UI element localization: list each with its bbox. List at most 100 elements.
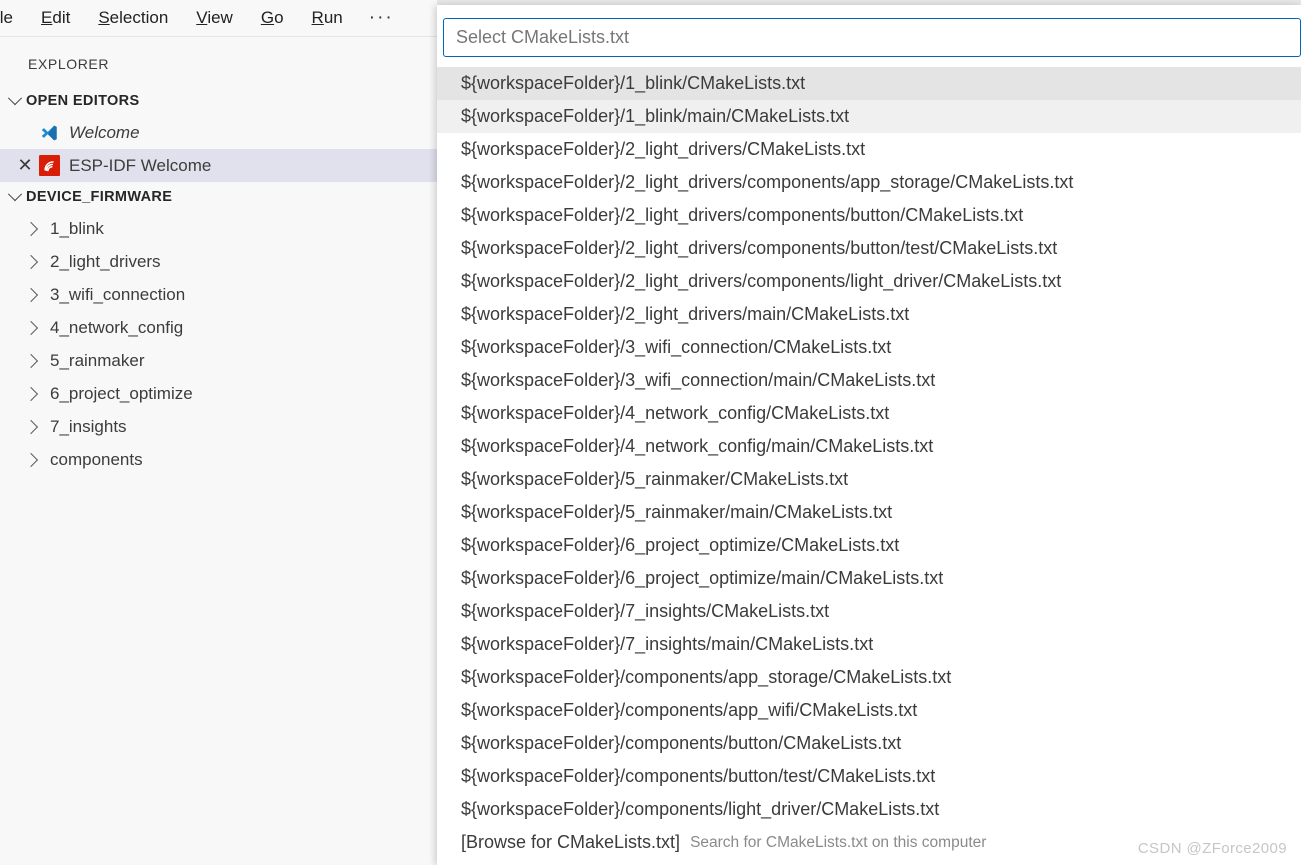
quick-pick-item-label: ${workspaceFolder}/6_project_optimize/ma… [461, 568, 944, 588]
quick-pick-panel: ${workspaceFolder}/1_blink/CMakeLists.tx… [437, 5, 1301, 865]
folder-item[interactable]: 7_insights [0, 410, 437, 443]
chevron-right-icon [23, 353, 50, 368]
quick-pick-item[interactable]: ${workspaceFolder}/6_project_optimize/ma… [437, 562, 1301, 595]
vscode-logo-icon [38, 122, 60, 144]
quick-pick-item-label: ${workspaceFolder}/3_wifi_connection/mai… [461, 370, 936, 390]
folder-item[interactable]: 6_project_optimize [0, 377, 437, 410]
quick-pick-item[interactable]: ${workspaceFolder}/3_wifi_connection/CMa… [437, 331, 1301, 364]
chevron-right-icon [23, 320, 50, 335]
chevron-right-icon [23, 287, 50, 302]
menu-bar: ile Edit Selection View Go Run ··· [0, 0, 437, 37]
quick-pick-item[interactable]: ${workspaceFolder}/1_blink/main/CMakeLis… [437, 100, 1301, 133]
section-open-editors[interactable]: OPEN EDITORS [0, 86, 437, 116]
menu-item-go-mnemonic: G [260, 8, 275, 27]
quick-pick-item-label: ${workspaceFolder}/7_insights/main/CMake… [461, 634, 874, 654]
quick-pick-item-label: ${workspaceFolder}/5_rainmaker/main/CMak… [461, 502, 893, 522]
quick-pick-item[interactable]: ${workspaceFolder}/1_blink/CMakeLists.tx… [437, 67, 1301, 100]
quick-pick-item-label: ${workspaceFolder}/components/button/CMa… [461, 733, 902, 753]
quick-pick-item-label: ${workspaceFolder}/1_blink/main/CMakeLis… [461, 106, 850, 126]
folder-tree: 1_blink 2_light_drivers 3_wifi_connection 4… [0, 212, 437, 476]
menu-item-file-label: ile [0, 8, 14, 27]
folder-item[interactable]: 5_rainmaker [0, 344, 437, 377]
quick-pick-item-label: ${workspaceFolder}/6_project_optimize/CM… [461, 535, 900, 555]
quick-pick-item[interactable]: ${workspaceFolder}/4_network_config/CMak… [437, 397, 1301, 430]
menu-overflow-icon[interactable]: ··· [357, 3, 406, 33]
menu-item-run-mnemonic: R [311, 8, 324, 27]
quick-pick-item[interactable]: ${workspaceFolder}/2_light_drivers/CMake… [437, 133, 1301, 166]
folder-item-label: 4_network_config [50, 317, 184, 337]
quick-pick-item-label: ${workspaceFolder}/components/light_driv… [461, 799, 940, 819]
quick-pick-item-label: ${workspaceFolder}/components/button/tes… [461, 766, 936, 786]
explorer-title: EXPLORER [28, 56, 110, 72]
chevron-right-icon [23, 452, 50, 467]
quick-pick-item[interactable]: ${workspaceFolder}/6_project_optimize/CM… [437, 529, 1301, 562]
chevron-right-icon [23, 254, 50, 269]
quick-pick-item[interactable]: ${workspaceFolder}/2_light_drivers/compo… [437, 232, 1301, 265]
quick-pick-item[interactable]: ${workspaceFolder}/5_rainmaker/CMakeList… [437, 463, 1301, 496]
quick-pick-item-label: ${workspaceFolder}/2_light_drivers/compo… [461, 271, 1062, 291]
menu-item-view-label: iew [207, 8, 233, 27]
menu-item-run[interactable]: Run [298, 0, 357, 36]
quick-pick-input-wrap [443, 18, 1301, 57]
chevron-down-icon [4, 187, 26, 202]
folder-item[interactable]: 2_light_drivers [0, 245, 437, 278]
section-device-firmware[interactable]: DEVICE_FIRMWARE [0, 182, 437, 212]
folder-item[interactable]: 1_blink [0, 212, 437, 245]
menu-item-view[interactable]: View [182, 0, 247, 36]
quick-pick-item[interactable]: ${workspaceFolder}/components/app_storag… [437, 661, 1301, 694]
quick-pick-item[interactable]: ${workspaceFolder}/7_insights/main/CMake… [437, 628, 1301, 661]
quick-pick-item-label: ${workspaceFolder}/7_insights/CMakeLists… [461, 601, 830, 621]
chevron-down-icon [4, 91, 26, 106]
menu-item-selection-mnemonic: S [98, 8, 110, 27]
close-icon[interactable]: ✕ [12, 155, 38, 176]
quick-pick-item[interactable]: ${workspaceFolder}/2_light_drivers/compo… [437, 166, 1301, 199]
folder-item-label: 5_rainmaker [50, 350, 145, 370]
menu-item-go-label: o [274, 8, 284, 27]
quick-pick-item[interactable]: ${workspaceFolder}/components/button/tes… [437, 760, 1301, 793]
quick-pick-item[interactable]: ${workspaceFolder}/5_rainmaker/main/CMak… [437, 496, 1301, 529]
quick-pick-item[interactable]: [Browse for CMakeLists.txt] Search for CM… [437, 826, 1301, 859]
quick-pick-item-label: [Browse for CMakeLists.txt] [461, 832, 681, 852]
open-editor-esp-idf-welcome-label: ESP-IDF Welcome [69, 155, 212, 175]
folder-item[interactable]: 3_wifi_connection [0, 278, 437, 311]
menu-item-run-label: un [323, 8, 343, 27]
menu-item-selection-label: election [109, 8, 169, 27]
open-editor-esp-idf-welcome[interactable]: ✕ ESP-IDF Welcome [0, 149, 437, 182]
folder-item[interactable]: 4_network_config [0, 311, 437, 344]
quick-pick-item[interactable]: ${workspaceFolder}/components/app_wifi/C… [437, 694, 1301, 727]
quick-pick-item-label: ${workspaceFolder}/2_light_drivers/CMake… [461, 139, 866, 159]
quick-pick-item-label: ${workspaceFolder}/2_light_drivers/main/… [461, 304, 910, 324]
menu-item-selection[interactable]: Selection [84, 0, 182, 36]
quick-pick-item[interactable]: ${workspaceFolder}/components/button/CMa… [437, 727, 1301, 760]
quick-pick-item-label: ${workspaceFolder}/3_wifi_connection/CMa… [461, 337, 892, 357]
quick-pick-item-label: ${workspaceFolder}/4_network_config/CMak… [461, 403, 890, 423]
quick-pick-item[interactable]: ${workspaceFolder}/7_insights/CMakeLists… [437, 595, 1301, 628]
section-device-firmware-label: DEVICE_FIRMWARE [26, 189, 173, 205]
quick-pick-item-label: ${workspaceFolder}/5_rainmaker/CMakeList… [461, 469, 849, 489]
quick-pick-item[interactable]: ${workspaceFolder}/2_light_drivers/compo… [437, 199, 1301, 232]
quick-pick-item[interactable]: ${workspaceFolder}/2_light_drivers/compo… [437, 265, 1301, 298]
menu-item-file[interactable]: ile [0, 0, 27, 36]
menu-item-edit[interactable]: Edit [27, 0, 84, 36]
folder-item-label: 2_light_drivers [50, 251, 161, 271]
quick-pick-item[interactable]: ${workspaceFolder}/2_light_drivers/main/… [437, 298, 1301, 331]
quick-pick-item-label: ${workspaceFolder}/2_light_drivers/compo… [461, 172, 1074, 192]
folder-item-label: 6_project_optimize [50, 383, 193, 403]
quick-pick-input[interactable] [443, 18, 1301, 57]
folder-item[interactable]: components [0, 443, 437, 476]
quick-pick-item[interactable]: ${workspaceFolder}/4_network_config/main… [437, 430, 1301, 463]
menu-item-edit-label: dit [52, 8, 71, 27]
quick-pick-list: ${workspaceFolder}/1_blink/CMakeLists.tx… [437, 67, 1301, 865]
folder-item-label: 3_wifi_connection [50, 284, 186, 304]
quick-pick-item[interactable]: ${workspaceFolder}/3_wifi_connection/mai… [437, 364, 1301, 397]
quick-pick-item[interactable]: ${workspaceFolder}/components/light_driv… [437, 793, 1301, 826]
esp-idf-logo-icon [38, 155, 60, 177]
folder-item-label: 7_insights [50, 416, 127, 436]
open-editor-welcome[interactable]: Welcome [0, 116, 437, 149]
chevron-right-icon [23, 386, 50, 401]
menu-item-view-mnemonic: V [196, 8, 208, 27]
menu-item-go[interactable]: Go [247, 0, 298, 36]
section-open-editors-label: OPEN EDITORS [26, 93, 140, 109]
chevron-right-icon [23, 419, 50, 434]
quick-pick-item-label: ${workspaceFolder}/components/app_wifi/C… [461, 700, 918, 720]
